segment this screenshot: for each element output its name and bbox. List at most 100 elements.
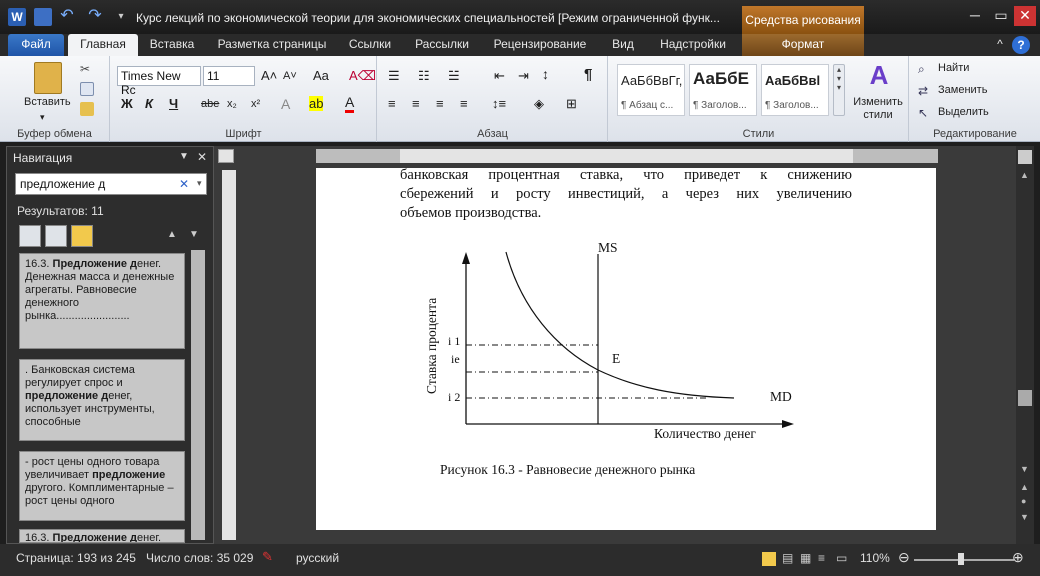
previous-result-icon[interactable]: ▲ xyxy=(167,229,177,240)
vertical-scrollbar[interactable]: ▲ ▼ ▲ ● ▼ xyxy=(1016,146,1034,544)
ribbon-collapse-icon[interactable]: ^ xyxy=(992,34,1008,56)
format-painter-icon[interactable] xyxy=(80,102,94,116)
view-ruler-icon[interactable] xyxy=(1018,150,1032,164)
headings-tab-icon[interactable] xyxy=(19,225,41,247)
zoom-in-icon[interactable]: ⊕ xyxy=(1012,549,1024,566)
paste-dropdown-icon[interactable]: ▾ xyxy=(40,112,45,123)
next-page-icon[interactable]: ▼ xyxy=(1020,512,1029,522)
strikethrough-button[interactable]: abe xyxy=(201,98,219,110)
results-tab-icon[interactable] xyxy=(71,225,93,247)
style-item-heading2[interactable]: АаБбВвl ¶ Заголов... xyxy=(761,64,829,116)
web-layout-icon[interactable]: ▦ xyxy=(800,551,811,565)
find-button[interactable]: Найти xyxy=(938,62,969,74)
next-result-icon[interactable]: ▼ xyxy=(189,229,199,240)
proofing-icon[interactable]: ✎ xyxy=(262,549,273,565)
borders-icon[interactable]: ⊞ xyxy=(566,96,577,112)
draft-icon[interactable]: ▭ xyxy=(836,551,847,565)
font-size-combo[interactable]: 11 xyxy=(203,66,255,86)
word-count[interactable]: Число слов: 35 029 xyxy=(146,551,253,565)
change-case-button[interactable]: Aa xyxy=(313,68,329,83)
vertical-ruler[interactable] xyxy=(222,170,236,540)
tab-selector-icon[interactable] xyxy=(218,149,234,163)
horizontal-ruler[interactable] xyxy=(316,149,938,163)
clear-search-icon[interactable]: ✕ xyxy=(179,177,189,191)
language[interactable]: русский xyxy=(296,551,339,565)
document-page[interactable]: банковская процентная ставка, что привед… xyxy=(316,168,936,530)
tab-file[interactable]: Файл xyxy=(8,34,64,56)
superscript-button[interactable]: x² xyxy=(251,98,260,110)
search-result-item[interactable]: - рост цены одного товара увеличивает пр… xyxy=(19,451,185,521)
clear-format-icon[interactable]: A⌫ xyxy=(349,68,376,84)
multilevel-list-icon[interactable]: ☱ xyxy=(448,68,460,84)
results-scrollbar[interactable] xyxy=(191,250,205,540)
scroll-down-icon[interactable]: ▼ xyxy=(1020,464,1029,474)
increase-indent-icon[interactable]: ⇥ xyxy=(518,68,529,84)
help-icon[interactable]: ? xyxy=(1012,36,1030,54)
justify-icon[interactable]: ≡ xyxy=(460,96,468,111)
tab-insert[interactable]: Вставка xyxy=(140,34,204,56)
replace-button[interactable]: Заменить xyxy=(938,84,987,96)
tab-mailings[interactable]: Рассылки xyxy=(404,34,480,56)
search-result-item[interactable]: . Банковская система регулирует спрос и … xyxy=(19,359,185,441)
tab-addins[interactable]: Надстройки xyxy=(648,34,738,56)
select-icon[interactable]: ↖ xyxy=(918,106,932,120)
tab-review[interactable]: Рецензирование xyxy=(482,34,598,56)
qat-customize-icon[interactable]: ▾ xyxy=(112,8,130,26)
cut-icon[interactable]: ✂ xyxy=(80,62,94,76)
numbering-icon[interactable]: ☷ xyxy=(418,68,430,84)
font-color-icon[interactable]: A xyxy=(345,94,355,113)
reading-layout-icon[interactable]: ▤ xyxy=(782,551,793,565)
replace-icon[interactable]: ⇄ xyxy=(918,84,932,98)
paste-button[interactable]: Вставить xyxy=(24,96,71,108)
decrease-indent-icon[interactable]: ⇤ xyxy=(494,68,505,84)
search-result-item[interactable]: 16.3. Предложение денег. xyxy=(19,529,185,543)
paste-icon[interactable] xyxy=(34,62,62,94)
line-spacing-icon[interactable]: ↕≡ xyxy=(492,96,506,111)
pane-close-icon[interactable]: ✕ xyxy=(197,150,207,164)
scroll-up-icon[interactable]: ▲ xyxy=(1020,170,1029,180)
grow-font-icon[interactable]: A˄ xyxy=(261,68,277,83)
sort-icon[interactable]: ↕ xyxy=(542,66,549,82)
select-button[interactable]: Выделить xyxy=(938,106,989,118)
tab-view[interactable]: Вид xyxy=(600,34,646,56)
search-result-item[interactable]: 16.3. Предложение денег. Денежная масса … xyxy=(19,253,185,349)
search-dropdown-icon[interactable]: ▾ xyxy=(197,178,202,189)
scroll-thumb[interactable] xyxy=(1018,390,1032,406)
shrink-font-icon[interactable]: A˅ xyxy=(283,70,297,82)
print-layout-icon[interactable] xyxy=(762,552,776,566)
zoom-slider-thumb[interactable] xyxy=(958,553,964,565)
underline-button[interactable]: Ч xyxy=(169,96,178,111)
text-effects-icon[interactable]: A xyxy=(281,96,290,112)
find-icon[interactable]: ⌕ xyxy=(918,62,932,76)
subscript-button[interactable]: x₂ xyxy=(227,98,237,110)
copy-icon[interactable] xyxy=(80,82,94,96)
maximize-icon[interactable]: ▭ xyxy=(990,6,1012,26)
outline-icon[interactable]: ≡ xyxy=(818,551,825,565)
undo-icon[interactable]: ↶ xyxy=(58,8,76,26)
browse-object-icon[interactable]: ● xyxy=(1021,496,1026,506)
close-icon[interactable]: ✕ xyxy=(1014,6,1036,26)
font-name-combo[interactable]: Times New Rc xyxy=(117,66,201,97)
word-logo-icon[interactable]: W xyxy=(8,8,26,26)
zoom-level[interactable]: 110% xyxy=(860,551,890,565)
save-icon[interactable] xyxy=(34,8,52,26)
change-styles-icon[interactable]: A xyxy=(865,60,893,90)
styles-scroll-icon[interactable]: ▴ ▾ ▾ xyxy=(833,64,845,116)
show-formatting-icon[interactable]: ¶ xyxy=(584,66,592,83)
align-left-icon[interactable]: ≡ xyxy=(388,96,396,111)
pane-menu-icon[interactable]: ▼ xyxy=(179,151,189,162)
tab-home[interactable]: Главная xyxy=(68,34,138,56)
change-styles-button[interactable]: Изменить стили xyxy=(849,96,907,122)
minimize-icon[interactable]: ─ xyxy=(964,6,986,26)
zoom-out-icon[interactable]: ⊖ xyxy=(898,549,910,566)
align-center-icon[interactable]: ≡ xyxy=(412,96,420,111)
page-count[interactable]: Страница: 193 из 245 xyxy=(16,551,136,565)
shading-icon[interactable]: ◈ xyxy=(534,96,544,112)
bullets-icon[interactable]: ☰ xyxy=(388,68,400,84)
style-item-normal[interactable]: АаБбВвГг, ¶ Абзац с... xyxy=(617,64,685,116)
redo-icon[interactable]: ↷ xyxy=(86,8,104,26)
previous-page-icon[interactable]: ▲ xyxy=(1020,482,1029,492)
tab-references[interactable]: Ссылки xyxy=(340,34,400,56)
bold-button[interactable]: Ж xyxy=(121,96,133,111)
tab-page-layout[interactable]: Разметка страницы xyxy=(206,34,338,56)
